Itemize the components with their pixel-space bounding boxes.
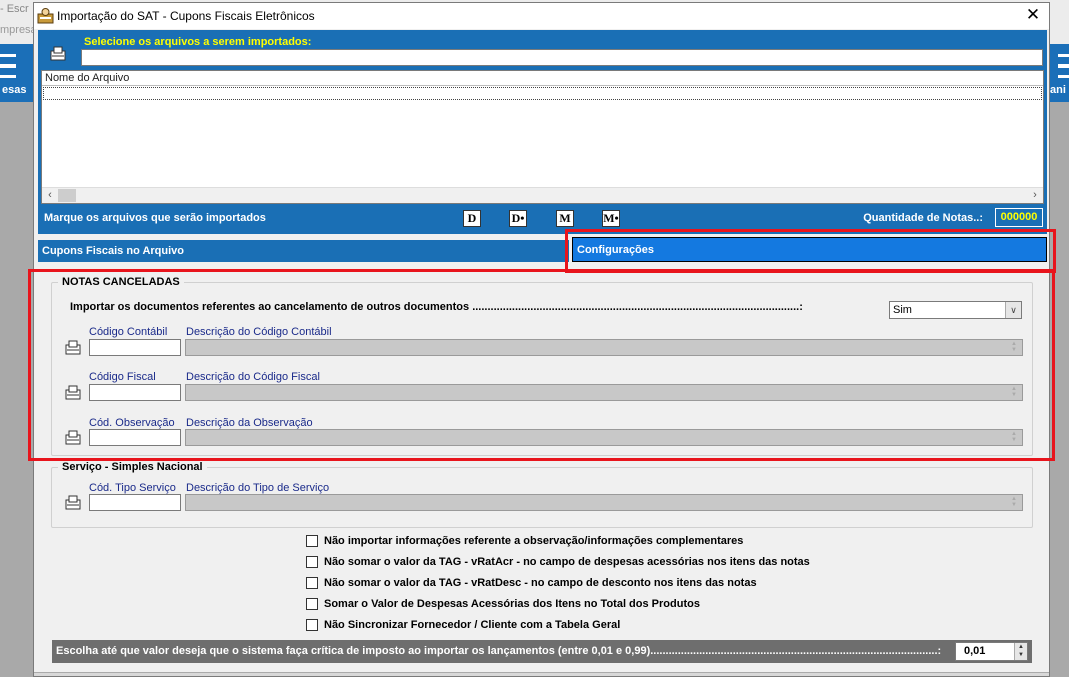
quantity-notes-label: Quantidade de Notas..:: [863, 212, 983, 224]
highlight-box-notas-canceladas: [28, 269, 1055, 461]
mark-button-d[interactable]: D: [463, 210, 481, 227]
critica-imposto-bar: Escolha até que valor deseja que o siste…: [52, 640, 1032, 663]
horizontal-scrollbar[interactable]: ‹ ›: [42, 187, 1043, 203]
scrollbar-thumb[interactable]: [58, 189, 76, 202]
app-icon: [37, 8, 54, 24]
desc-tipo-servico-field: ▲ ▼: [185, 494, 1023, 511]
option-label[interactable]: Não Sincronizar Fornecedor / Cliente com…: [324, 619, 620, 631]
column-header-file-name[interactable]: Nome do Arquivo: [42, 71, 1043, 86]
mark-button-m[interactable]: M: [556, 210, 574, 227]
cod-tipo-servico-input[interactable]: [89, 494, 181, 511]
desc-tipo-servico-label: Descrição do Tipo de Serviço: [186, 482, 330, 494]
dialog-bottom-edge: [34, 672, 1049, 676]
checkbox-nao-importar-obs[interactable]: [306, 535, 318, 547]
servico-legend: Serviço - Simples Nacional: [62, 461, 203, 473]
dialog-title: Importação do SAT - Cupons Fiscais Eletr…: [57, 9, 315, 23]
file-list[interactable]: Nome do Arquivo ‹ ›: [41, 70, 1044, 204]
sat-import-dialog: Importação do SAT - Cupons Fiscais Eletr…: [28, 2, 1056, 677]
critica-imposto-label: Escolha até que valor deseja que o siste…: [56, 645, 942, 657]
checkbox-somar-despesas[interactable]: [306, 598, 318, 610]
checkbox-nao-sincronizar[interactable]: [306, 619, 318, 631]
lookup-folder-icon[interactable]: [65, 495, 83, 511]
mark-button-m-dot[interactable]: M•: [602, 210, 620, 227]
option-label[interactable]: Não importar informações referente a obs…: [324, 535, 743, 547]
background-app-company: mpresa: [0, 24, 37, 36]
open-file-icon[interactable]: [50, 46, 68, 62]
menu-icon: [0, 54, 16, 78]
close-button[interactable]: ✕: [1023, 5, 1043, 25]
mark-button-d-dot[interactable]: D•: [509, 210, 527, 227]
scroll-left-icon[interactable]: ‹: [42, 188, 58, 203]
quantity-notes-value: 000000: [995, 208, 1043, 227]
highlight-box-configuracoes: [565, 229, 1056, 273]
menu-icon: [1058, 54, 1069, 78]
critica-imposto-input[interactable]: 0,01 ▲ ▼: [955, 642, 1028, 661]
scroll-right-icon[interactable]: ›: [1027, 188, 1043, 203]
option-label[interactable]: Somar o Valor de Despesas Acessórias dos…: [324, 598, 700, 610]
select-files-label: Selecione os arquivos a serem importados…: [84, 36, 312, 48]
cod-tipo-servico-label: Cód. Tipo Serviço: [89, 482, 176, 494]
dialog-titlebar: Importação do SAT - Cupons Fiscais Eletr…: [34, 3, 1049, 29]
file-path-input[interactable]: [81, 49, 1043, 66]
background-app-title: - Escr: [0, 3, 29, 15]
list-item[interactable]: [43, 87, 1042, 100]
critica-imposto-value: 0,01: [964, 645, 986, 657]
background-toolbar-label-left: esas: [2, 84, 27, 96]
option-label[interactable]: Não somar o valor da TAG - vRatDesc - no…: [324, 577, 757, 589]
background-toolbar-label-right: ani: [1050, 84, 1066, 96]
mark-files-label: Marque os arquivos que serão importados: [44, 212, 266, 224]
background-toolbar-button-left[interactable]: esas: [0, 44, 34, 102]
option-label[interactable]: Não somar o valor da TAG - vRatAcr - no …: [324, 556, 810, 568]
spinner-icon[interactable]: ▲ ▼: [1014, 643, 1027, 660]
background-toolbar-button-right[interactable]: ani: [1050, 44, 1069, 102]
spinner-icon: ▲ ▼: [1011, 496, 1017, 508]
checkbox-nao-somar-vratacr[interactable]: [306, 556, 318, 568]
checkbox-nao-somar-vratdesc[interactable]: [306, 577, 318, 589]
tab-cupons-fiscais[interactable]: Cupons Fiscais no Arquivo: [38, 240, 569, 262]
file-selection-panel: Selecione os arquivos a serem importados…: [38, 30, 1047, 234]
